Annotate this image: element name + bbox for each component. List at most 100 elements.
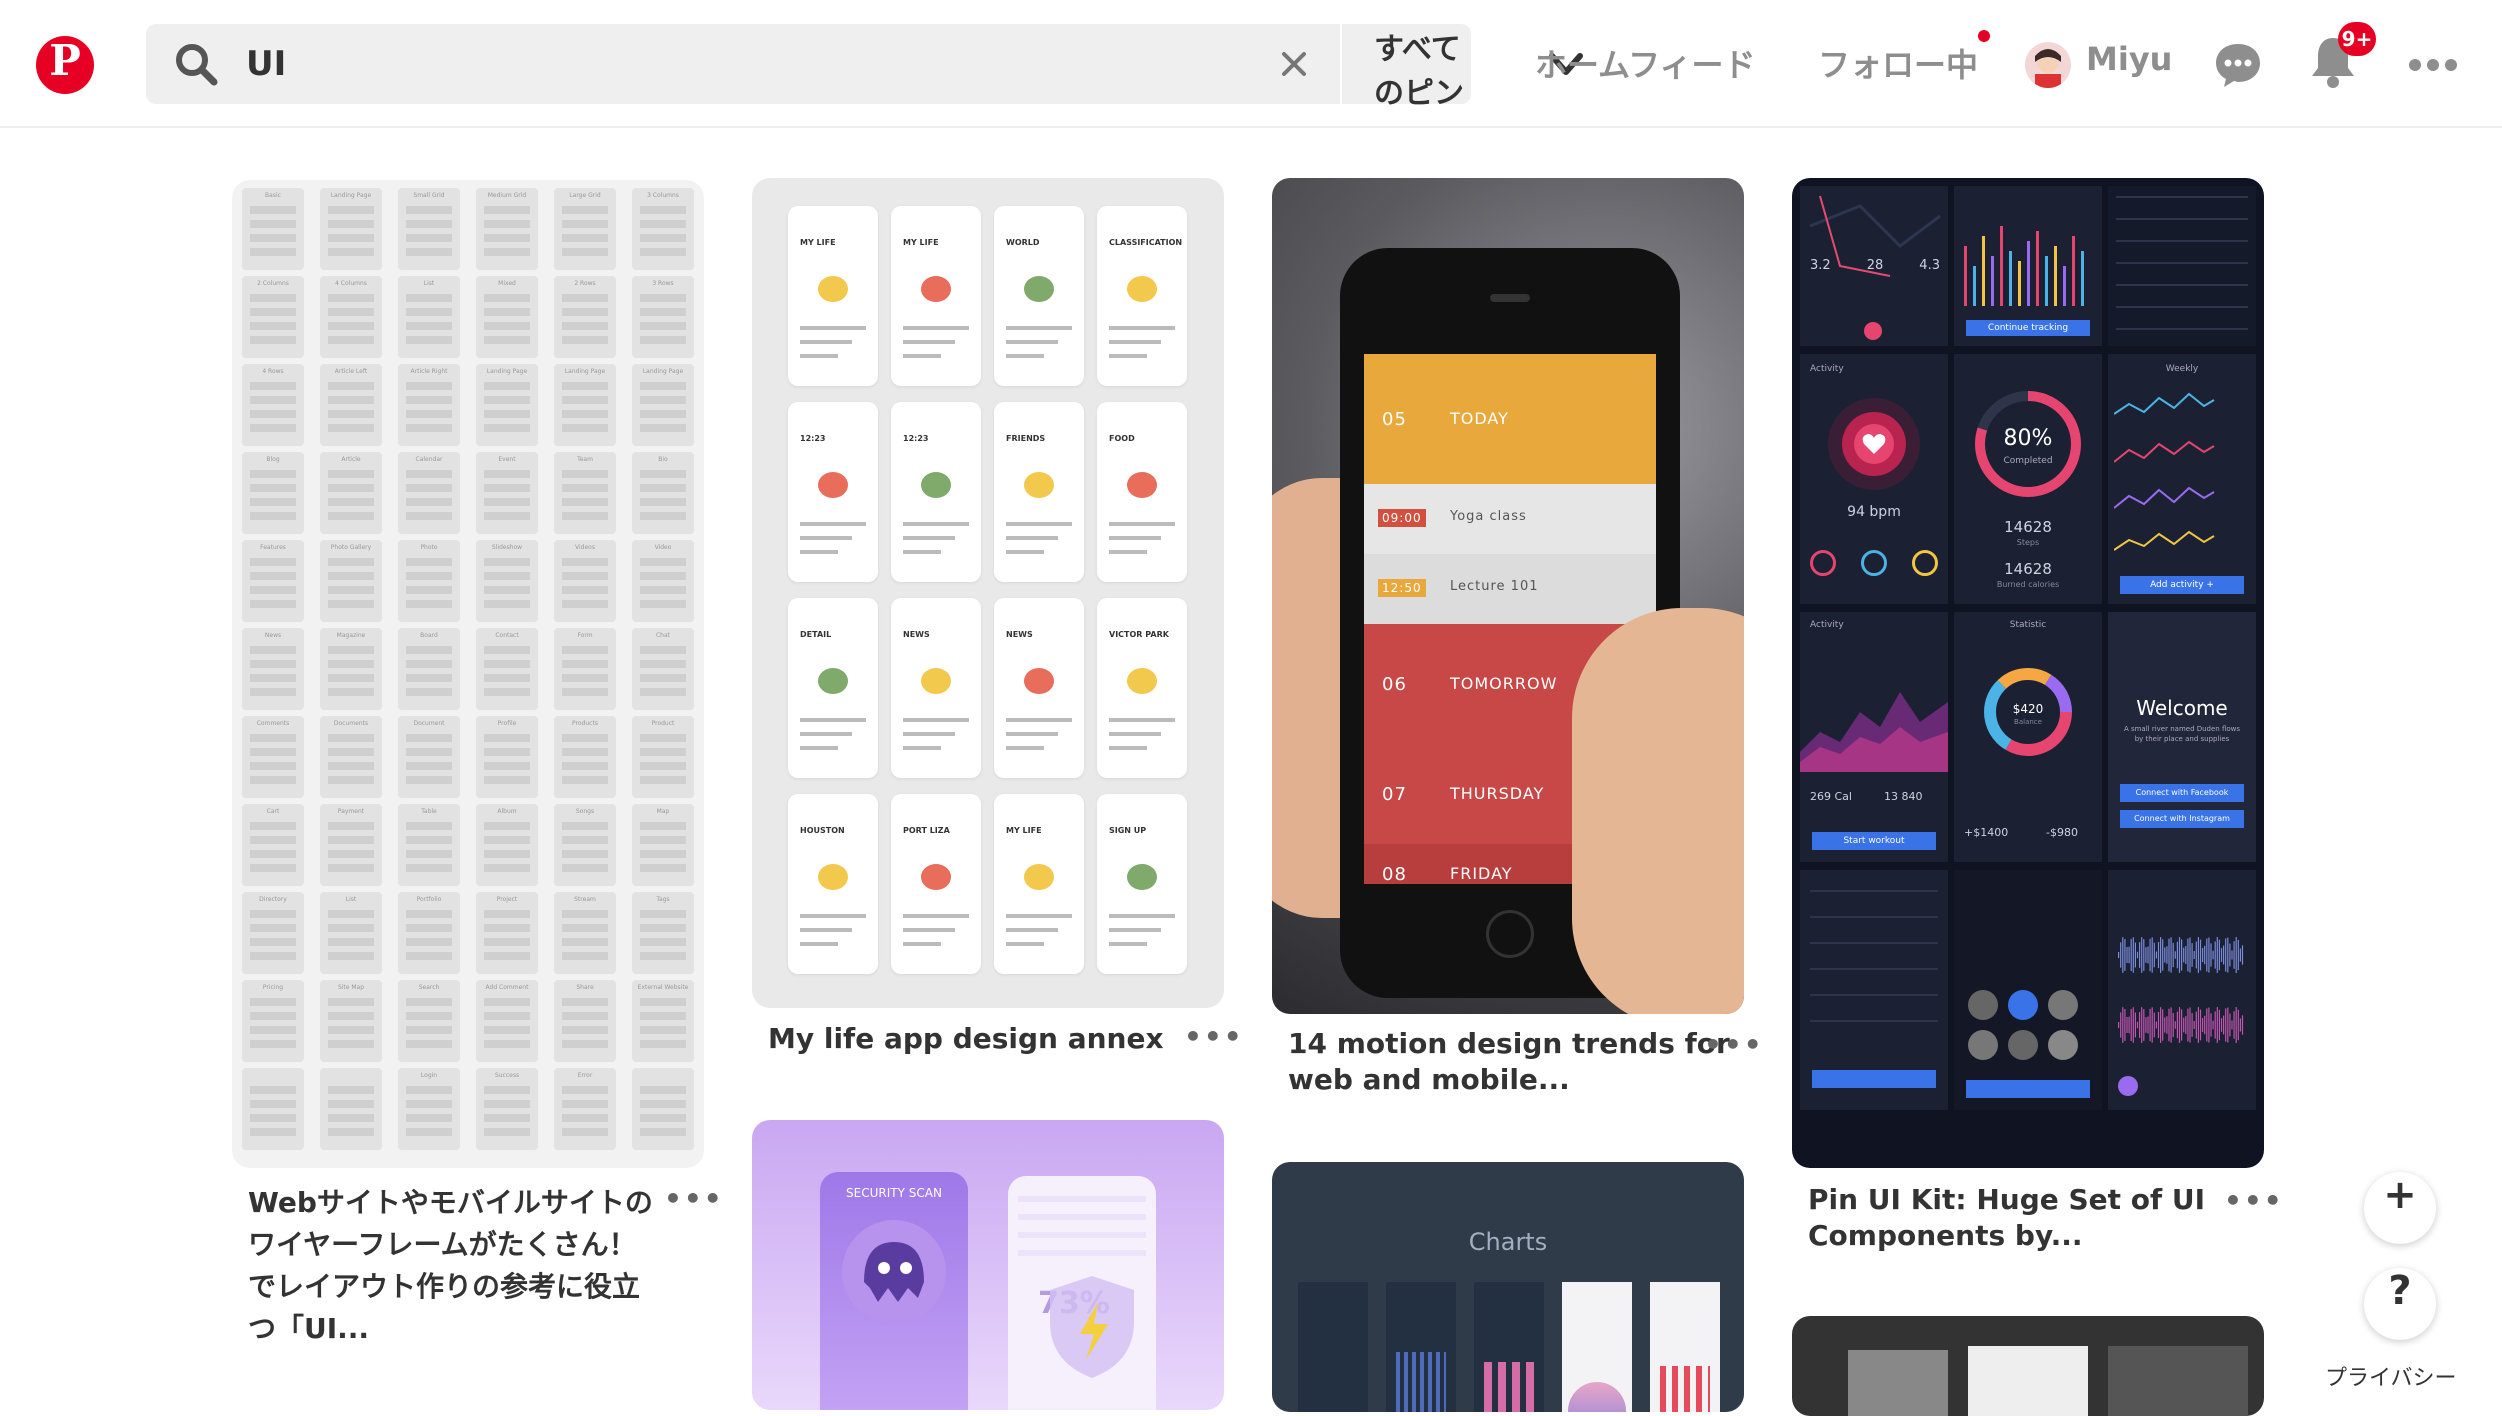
wireframe-label: Profile (497, 720, 517, 727)
pin-charts-image[interactable]: Charts (1272, 1162, 1744, 1412)
text-line (1109, 942, 1147, 946)
wave-bar (2199, 1009, 2202, 1041)
wave-bar (2168, 938, 2170, 972)
text-line (800, 928, 852, 932)
text-line (903, 550, 941, 554)
clear-search-icon[interactable] (1276, 46, 1312, 82)
wireframe-thumbnail: Project (476, 892, 538, 974)
pin-filter-dropdown[interactable]: すべてのピン (1374, 24, 1471, 111)
wave-bar (2225, 938, 2227, 972)
pin-wireframes-image[interactable]: Basic Landing Page Small Grid Medium Grid La… (232, 180, 704, 1168)
pin-more-button[interactable]: ••• (664, 1182, 724, 1215)
search-box[interactable]: すべてのピン (146, 24, 1583, 111)
wave-bar (2210, 943, 2212, 967)
progress-percent: 80% (2003, 426, 2053, 451)
text-line (903, 354, 941, 358)
wireframe-thumbnail: Directory (242, 892, 304, 974)
pinterest-logo[interactable]: P (36, 36, 94, 94)
balance-label: Balance (2014, 718, 2042, 726)
help-button[interactable]: ? (2364, 1268, 2436, 1340)
welcome-subtitle: A small river named Duden flows by their… (2123, 725, 2241, 743)
dashboard-bar (2054, 246, 2057, 306)
wireframe-label: Board (420, 632, 438, 639)
wireframe-label: Songs (575, 808, 595, 815)
add-button[interactable]: + (2364, 1172, 2436, 1244)
wave-bar (2120, 942, 2122, 968)
nav-following[interactable]: フォロー中 (1818, 40, 1978, 86)
wave-bar (2206, 938, 2208, 972)
wireframe-label: Landing Page (486, 368, 528, 375)
wave-bar (2160, 937, 2162, 973)
privacy-link[interactable]: プライバシー (2325, 1360, 2457, 1392)
text-line (1006, 914, 1072, 918)
steps-value: 14628 (2004, 518, 2052, 536)
phone-speaker (1490, 294, 1530, 302)
more-options-icon[interactable] (2408, 58, 2458, 72)
schedule-label: Lecture 101 (1450, 579, 1539, 594)
app-screen-mockup: 12:23 (891, 402, 981, 582)
wireframe-label: Site Map (337, 984, 365, 991)
wireframe-thumbnail: Pricing (242, 980, 304, 1062)
text-line (800, 326, 866, 330)
avatar[interactable] (2025, 42, 2071, 88)
wave-bar (2130, 938, 2132, 972)
wireframe-thumbnail: Slideshow (476, 540, 538, 622)
text-line (1006, 732, 1058, 736)
pin-more-button[interactable]: ••• (1704, 1028, 1764, 1061)
pin-motion-design-image[interactable]: 05 TODAY 09:00 Yoga class 12:50 Lecture 101 06… (1272, 178, 1744, 1014)
lemon-image (818, 668, 848, 694)
pin-ui-kit-image[interactable]: 3.2 28 4.3 Continue tracking Activity 94… (1792, 178, 2264, 1168)
wireframe-thumbnail: Landing Page (320, 188, 382, 270)
wireframe-label: 2 Rows (574, 280, 596, 287)
following-new-dot (1978, 30, 1990, 42)
pin-preview-image[interactable] (1792, 1316, 2264, 1416)
wave-bar (2237, 1009, 2239, 1041)
wireframe-label: Stream (574, 896, 596, 903)
pin-caption-motion[interactable]: 14 motion design trends for web and mobi… (1288, 1026, 1730, 1098)
wave-bar (2220, 948, 2223, 962)
ring (1861, 550, 1887, 576)
chart-bars (1396, 1352, 1446, 1412)
pin-more-button[interactable]: ••• (2224, 1184, 2284, 1217)
area-chart (1800, 692, 1948, 772)
pin-life-app-image[interactable]: MY LIFE MY LIFE WORLD CLASSIFICATION 12:23 12… (752, 178, 1224, 1008)
wave-bar (2126, 946, 2128, 964)
wave-bar (2145, 1017, 2147, 1033)
wave-bar (2176, 1011, 2178, 1039)
caption-line: Components by... (1808, 1219, 2083, 1252)
wave-bar (2153, 942, 2155, 968)
messages-icon[interactable] (2212, 40, 2264, 90)
wireframe-thumbnail: 2 Rows (554, 276, 616, 358)
pin-caption-wireframes[interactable]: Webサイトやモバイルサイトの ワイヤーフレームがたくさん！ でレイアウト作りの… (248, 1182, 653, 1350)
text-line (1109, 522, 1175, 526)
nav-home-feed[interactable]: ホームフィード (1535, 40, 1755, 86)
user-name[interactable]: Miyu (2086, 40, 2172, 78)
screen-title: DETAIL (800, 630, 832, 639)
wave-bar (2191, 1013, 2193, 1037)
pin-caption-life[interactable]: My life app design annex (768, 1018, 1164, 1060)
wireframe-label: Documents (333, 720, 369, 727)
lemon-image (1127, 472, 1157, 498)
pin-more-button[interactable]: ••• (1184, 1020, 1244, 1053)
wireframe-thumbnail: Stream (554, 892, 616, 974)
text-line (800, 354, 838, 358)
chart-bars (1660, 1366, 1710, 1412)
schedule-label: FRIDAY (1450, 864, 1513, 883)
wave-bar (2174, 951, 2176, 959)
wave-bar (2223, 945, 2225, 965)
app-screen-mockup: SIGN UP (1097, 794, 1187, 974)
wave-bar (2239, 1018, 2241, 1032)
calories-value: 269 Cal (1810, 790, 1852, 803)
text-line (800, 340, 852, 344)
wireframe-thumbnail (242, 1068, 304, 1150)
wave-bar (2183, 1017, 2185, 1033)
wireframe-label: 4 Columns (335, 280, 367, 287)
wireframe-label: Error (577, 1072, 593, 1079)
pin-caption-ui-kit[interactable]: Pin UI Kit: Huge Set of UI Components by… (1808, 1182, 2205, 1254)
wave-bar (2118, 952, 2120, 958)
wireframe-thumbnail: Mixed (476, 276, 538, 358)
search-divider (1340, 24, 1342, 104)
pin-security-scan-image[interactable]: SECURITY SCAN 73% (752, 1120, 1224, 1410)
wave-bar (2153, 1012, 2155, 1038)
search-input[interactable] (246, 40, 1146, 88)
